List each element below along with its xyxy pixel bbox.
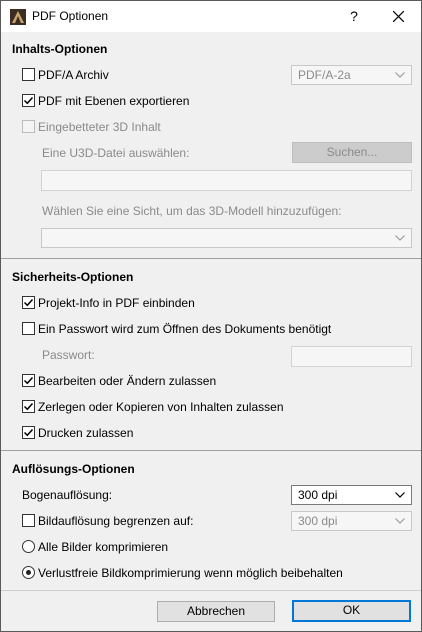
allow-edit-checkbox[interactable]: [22, 374, 35, 387]
close-button[interactable]: [375, 1, 421, 32]
footer-divider: [1, 590, 421, 591]
pdfa-select-value: PDF/A-2a: [298, 68, 351, 82]
layers-label: PDF mit Ebenen exportieren: [38, 94, 190, 108]
cancel-button[interactable]: Abbrechen: [157, 601, 275, 622]
u3d-path-field[interactable]: [41, 170, 412, 191]
chevron-down-icon: [395, 72, 405, 78]
compress-all-radio[interactable]: [22, 540, 35, 553]
lossless-label: Verlustfreie Bildkomprimierung wenn mögl…: [38, 566, 343, 580]
project-info-checkbox[interactable]: [22, 296, 35, 309]
close-icon: [393, 11, 404, 22]
password-required-checkbox[interactable]: [22, 322, 35, 335]
arc-resolution-select[interactable]: 300 dpi: [291, 485, 412, 505]
arc-resolution-value: 300 dpi: [298, 488, 338, 502]
limit-image-resolution-checkbox[interactable]: [22, 514, 35, 527]
pdf-options-dialog: PDF Optionen ? Inhalts-Optionen PDF/A Ar…: [0, 0, 422, 632]
check-icon: [23, 376, 34, 385]
allow-print-label: Drucken zulassen: [38, 426, 134, 440]
allow-copy-label: Zerlegen oder Kopieren von Inhalten zula…: [38, 400, 284, 414]
image-resolution-value: 300 dpi: [298, 514, 338, 528]
check-icon: [23, 96, 34, 105]
compress-all-label: Alle Bilder komprimieren: [38, 540, 169, 554]
password-label: Passwort:: [42, 348, 95, 362]
ok-button[interactable]: OK: [292, 600, 411, 622]
view-select-label: Wählen Sie eine Sicht, um das 3D-Modell …: [42, 204, 342, 218]
embedded-3d-checkbox[interactable]: [22, 120, 35, 133]
check-icon: [23, 402, 34, 411]
browse-button[interactable]: Suchen...: [292, 142, 412, 163]
limit-image-resolution-label: Bildauflösung begrenzen auf:: [38, 514, 194, 528]
allow-print-checkbox[interactable]: [22, 426, 35, 439]
check-icon: [23, 428, 34, 437]
title-bar[interactable]: PDF Optionen ?: [1, 1, 421, 32]
window-title: PDF Optionen: [32, 9, 109, 23]
image-resolution-select[interactable]: 300 dpi: [291, 511, 412, 531]
u3d-file-label: Eine U3D-Datei auswählen:: [42, 146, 190, 160]
resolution-options-heading: Auflösungs-Optionen: [12, 462, 135, 476]
embedded-3d-label: Eingebetteter 3D Inhalt: [38, 120, 161, 134]
section-divider: [1, 450, 421, 451]
app-icon: [10, 9, 26, 25]
chevron-down-icon: [395, 492, 405, 498]
project-info-label: Projekt-Info in PDF einbinden: [38, 296, 195, 310]
chevron-down-icon: [395, 235, 405, 241]
check-icon: [23, 298, 34, 307]
password-field[interactable]: [291, 346, 412, 367]
pdfa-select[interactable]: PDF/A-2a: [291, 65, 412, 85]
security-options-heading: Sicherheits-Optionen: [12, 270, 134, 284]
pdfa-checkbox[interactable]: [22, 68, 35, 81]
help-button[interactable]: ?: [331, 1, 377, 32]
content-options-heading: Inhalts-Optionen: [12, 42, 108, 56]
radio-selected-dot: [26, 570, 31, 575]
allow-edit-label: Bearbeiten oder Ändern zulassen: [38, 374, 217, 388]
chevron-down-icon: [395, 518, 405, 524]
section-divider: [1, 258, 421, 259]
password-required-label: Ein Passwort wird zum Öffnen des Dokumen…: [38, 322, 332, 336]
layers-checkbox[interactable]: [22, 94, 35, 107]
allow-copy-checkbox[interactable]: [22, 400, 35, 413]
lossless-radio[interactable]: [22, 566, 35, 579]
view-select[interactable]: [41, 228, 412, 248]
arc-resolution-label: Bogenauflösung:: [22, 488, 113, 502]
pdfa-label: PDF/A Archiv: [38, 68, 109, 82]
